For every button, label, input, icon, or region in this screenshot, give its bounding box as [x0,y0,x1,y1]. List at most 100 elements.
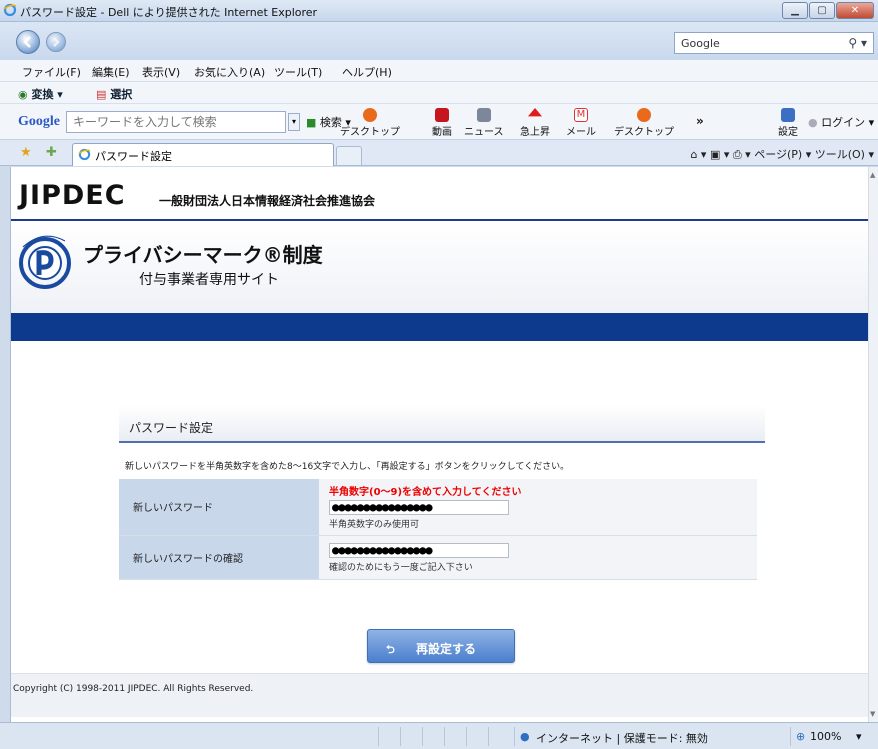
password-form-table: 新しいパスワード 半角数字(0～9)を含めて入力してください ●●●●●●●●●… [119,479,757,580]
gtool-news[interactable]: ニュース [464,108,504,138]
desktop-icon [363,108,377,122]
status-divider [378,727,379,746]
gtool-desktop-label: デスクトップ [340,127,400,138]
zoom-level[interactable]: 100% [810,730,841,743]
close-button[interactable]: ✕ [836,2,874,19]
convert-label: 変換 [31,88,54,101]
status-divider [466,727,467,746]
user-icon: ● [808,116,818,129]
gtool-desktop[interactable]: デスクトップ [340,108,400,138]
wrench-icon [781,108,795,122]
maximize-button[interactable]: ▢ [809,2,835,19]
convert-button[interactable]: ◉ 変換 ▾ [18,86,63,102]
confirm-password-cell: ●●●●●●●●●●●●●●●● 確認のためにもう一度ご記入下さい [319,535,757,580]
google-logo: Google [18,114,60,129]
menu-view[interactable]: 表示(V) [142,64,180,80]
scroll-up-icon[interactable]: ▲ [870,171,875,179]
status-bar: ● インターネット | 保護モード: 無効 ⊕ 100% ▾ [0,722,878,749]
youtube-icon [435,108,449,122]
feeds-icon: ▣ ▾ [709,148,730,161]
new-password-cell: 半角数字(0～9)を含めて入力してください ●●●●●●●●●●●●●●●● 半… [319,479,757,536]
menu-edit[interactable]: 編集(E) [92,64,130,80]
reset-password-label: 再設定する [416,642,477,656]
new-password-label: 新しいパスワード [119,479,319,536]
menu-favorites[interactable]: お気に入り(A) [194,64,265,80]
select-button[interactable]: ▤ 選択 [96,86,132,102]
search-icon[interactable]: ⚲ ▾ [848,36,867,50]
menu-tools[interactable]: ツール(T) [274,64,322,80]
globe-icon: ● [520,730,530,743]
privacy-mark-logo-icon [19,235,71,289]
confirm-password-input[interactable]: ●●●●●●●●●●●●●●●● [329,543,509,558]
gtool-trending[interactable]: 急上昇 [520,108,550,138]
minimize-button[interactable]: ▁ [782,2,808,19]
convert-toolbar: ◉ 変換 ▾ ▤ 選択 [0,82,878,104]
print-icon: ⎙ ▾ [732,148,751,161]
site-nav-band [11,313,868,341]
browser-search-placeholder: Google [681,37,720,50]
settings-label: 設定 [778,127,798,138]
status-divider [488,727,489,746]
google-toolbar: Google ▾ ■ 検索 ▾ デスクトップ 動画 ニュース 急上昇 M メール… [0,104,878,140]
chevron-down-icon[interactable]: ▾ [856,730,862,743]
status-divider [444,727,445,746]
command-bar[interactable]: ⌂ ▾ ▣ ▾ ⎙ ▾ ページ(P) ▾ ツール(O) ▾ [690,146,874,162]
select-label: 選択 [110,88,133,101]
new-password-input[interactable]: ●●●●●●●●●●●●●●●● [329,500,509,516]
privacy-mark-subtitle: 付与事業者専用サイト [139,272,279,288]
instructions-text: 新しいパスワードを半角英数字を含めた8～16文字で入力し、「再設定する」ボタンを… [125,462,570,472]
copyright-text: Copyright (C) 1998-2011 JIPDEC. All Righ… [13,684,254,694]
confirm-password-hint: 確認のためにもう一度ご記入下さい [329,563,473,573]
desktop-icon [637,108,651,122]
status-divider [514,727,515,746]
gtool-video-label: 動画 [432,127,452,138]
browser-search-box[interactable]: Google ⚲ ▾ [674,32,874,54]
security-zone[interactable]: インターネット | 保護モード: 無効 [536,730,708,746]
zoom-icon: ⊕ [796,730,806,743]
window-title: パスワード設定 - Dell により提供された Internet Explore… [20,6,318,19]
add-favorite-icon[interactable]: ✚ [46,145,57,160]
home-icon: ⌂ ▾ [690,148,707,161]
internet-explorer-icon [3,3,17,17]
status-divider [422,727,423,746]
google-search-input[interactable] [67,112,285,132]
vertical-scrollbar[interactable]: ▲ ▼ [868,167,878,722]
gtool-desktop-2-label: デスクトップ [614,127,674,138]
more-tools-button[interactable]: » [696,114,704,128]
return-arrow-icon: ⮌ [386,643,395,656]
new-tab-button[interactable] [336,146,362,166]
scroll-down-icon[interactable]: ▼ [870,710,875,718]
back-button[interactable] [16,30,40,54]
google-search-field-wrap [66,111,286,133]
login-label: ログイン [821,116,866,129]
navigation-bar: Google ⚲ ▾ [0,22,878,60]
gtool-video[interactable]: 動画 [432,108,452,138]
news-icon [476,108,491,122]
forward-arrow-icon [53,37,60,47]
panel-header: パスワード設定 [119,405,765,443]
tab-password-settings[interactable]: パスワード設定 [72,143,334,166]
reset-password-button[interactable]: ⮌ 再設定する [367,629,515,663]
tab-bar: ★ ✚ パスワード設定 ⌂ ▾ ▣ ▾ ⎙ ▾ ページ(P) ▾ ツール(O) … [0,140,878,166]
menu-help[interactable]: ヘルプ(H) [342,64,392,80]
convert-icon: ◉ [18,88,28,101]
panel-title: パスワード設定 [129,421,214,435]
google-search-dropdown[interactable]: ▾ [288,113,300,131]
confirm-password-label: 新しいパスワードの確認 [119,535,319,580]
trending-up-icon [528,108,542,117]
status-divider [790,727,791,746]
page-tools-menu: ページ(P) ▾ ツール(O) ▾ [754,148,874,161]
forward-button[interactable] [46,32,66,52]
favorites-star-icon[interactable]: ★ [20,145,32,160]
gtool-mail[interactable]: M メール [566,108,596,138]
google-search-label: 検索 [319,116,342,129]
gtool-trending-label: 急上昇 [520,127,550,138]
site-footer: Copyright (C) 1998-2011 JIPDEC. All Righ… [11,673,868,717]
settings-button[interactable]: 設定 [778,108,798,138]
status-divider [400,727,401,746]
site-header: JIPDEC 一般財団法人日本情報経済社会推進協会 [11,167,868,219]
menu-file[interactable]: ファイル(F) [22,64,81,80]
gtool-desktop-2[interactable]: デスクトップ [614,108,674,138]
gmail-icon: M [574,108,588,122]
login-button[interactable]: ● ログイン ▾ [808,114,874,130]
